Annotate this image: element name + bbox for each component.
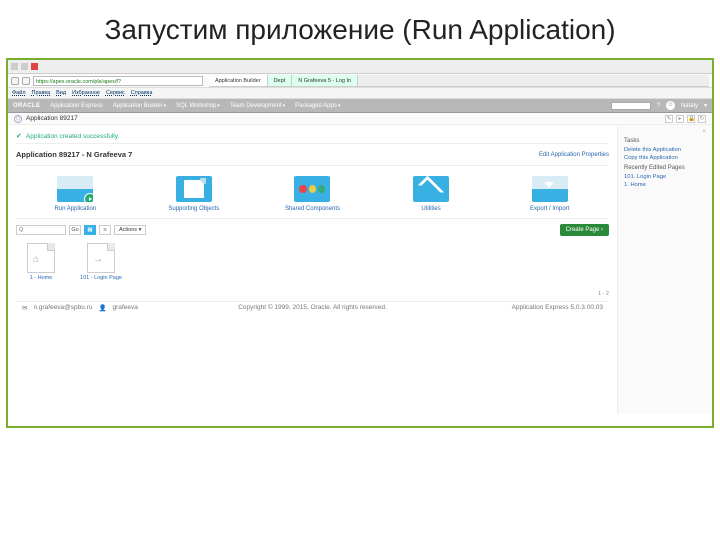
page-search-input[interactable] xyxy=(16,225,66,235)
browser-address-bar: https://apex.oracle.com/pls/apex/f?p=400… xyxy=(8,74,712,88)
firefox-menu-bar: Файл Правка Вид Избранное Сервис Справка xyxy=(8,88,712,99)
action-cards-row: Run Application Supporting Objects Share… xyxy=(16,166,609,219)
browser-tab-2[interactable]: N Grafeeva 5 - Log In xyxy=(292,75,358,86)
task-delete-app[interactable]: Delete this Application xyxy=(624,146,706,154)
window-titlebar xyxy=(8,60,712,74)
screenshot-frame: https://apex.oracle.com/pls/apex/f?p=400… xyxy=(6,58,714,428)
edit-page-button[interactable]: ✎ xyxy=(665,115,673,123)
page-label: 1 - Home xyxy=(16,275,66,281)
oracle-top-nav: ORACLE Application Express Application B… xyxy=(8,99,712,113)
recent-page-1[interactable]: 1. Home xyxy=(624,181,706,189)
go-button[interactable]: Go xyxy=(69,225,81,235)
login-icon: → xyxy=(93,254,103,265)
edit-application-properties-link[interactable]: Edit Application Properties xyxy=(539,152,609,158)
footer-email: n.grafeeva@spbu.ru xyxy=(33,304,92,311)
actions-menu[interactable]: Actions ▾ xyxy=(114,225,146,235)
window-max-button[interactable] xyxy=(21,63,28,70)
wrench-icon xyxy=(418,176,445,202)
forward-button[interactable] xyxy=(22,77,30,85)
home-icon: ⌂ xyxy=(33,254,39,265)
footer-copyright: Copyright © 1999, 2015, Oracle. All righ… xyxy=(238,304,387,311)
footer-email-icon: ✉ xyxy=(22,304,27,312)
sidebar-tasks-heading: Tasks xyxy=(624,138,706,144)
card-shared-components[interactable]: Shared Components xyxy=(282,176,342,212)
sidebar-close-icon[interactable]: × xyxy=(624,129,706,135)
card-label: Export / Import xyxy=(520,206,580,212)
page-card-home[interactable]: ⌂ 1 - Home xyxy=(16,243,66,281)
view-list-button[interactable]: ≡ xyxy=(99,225,111,235)
footer-version: Application Express 5.0.3.00.03 xyxy=(512,304,603,311)
menu-favorites[interactable]: Избранное xyxy=(72,90,100,96)
sidebar-recent-heading: Recently Edited Pages xyxy=(624,165,706,171)
card-utilities[interactable]: Utilities xyxy=(401,176,461,212)
card-label: Utilities xyxy=(401,206,461,212)
lock-icon[interactable]: 🔒 xyxy=(687,115,695,123)
play-icon xyxy=(84,193,93,202)
user-menu-chevron-icon[interactable]: ▾ xyxy=(704,102,707,109)
create-page-button[interactable]: Create Page › xyxy=(560,224,609,236)
card-label: Shared Components xyxy=(282,206,342,212)
card-label: Run Application xyxy=(45,206,105,212)
slide-title: Запустим приложение (Run Application) xyxy=(0,0,720,56)
task-copy-app[interactable]: Copy this Application xyxy=(624,154,706,162)
success-message: ✔ Application created successfully. xyxy=(16,129,609,144)
document-icon xyxy=(184,180,204,198)
success-text: Application created successfully. xyxy=(26,133,119,140)
user-name[interactable]: Nataly xyxy=(681,103,698,109)
pagination-text: 1 - 2 xyxy=(598,291,609,297)
run-page-button[interactable]: ▸ xyxy=(676,115,684,123)
oracle-logo: ORACLE xyxy=(13,103,40,109)
app-icon[interactable]: ⬡ xyxy=(14,115,22,123)
footer-bar: ✉ n.grafeeva@spbu.ru 👤 grafeeva Copyrigh… xyxy=(16,301,609,313)
nav-packaged-apps[interactable]: Packaged Apps▾ xyxy=(295,103,340,109)
card-export-import[interactable]: Export / Import xyxy=(520,176,580,212)
application-title: Application 89217 - N Grafeeva 7 xyxy=(16,150,132,159)
page-toolbar: Go ▦ ≡ Actions ▾ Create Page › xyxy=(16,219,609,241)
breadcrumb-text: Application 89217 xyxy=(26,115,78,122)
view-grid-button[interactable]: ▦ xyxy=(84,225,96,235)
global-search-input[interactable] xyxy=(611,102,651,110)
breadcrumb: ⬡ Application 89217 ✎ ▸ 🔒 ↻ xyxy=(8,113,712,125)
components-icon xyxy=(299,181,325,197)
card-label: Supporting Objects xyxy=(164,206,224,212)
card-run-application[interactable]: Run Application xyxy=(45,176,105,212)
sidebar: × Tasks Delete this Application Copy thi… xyxy=(617,125,712,414)
card-supporting-objects[interactable]: Supporting Objects xyxy=(164,176,224,212)
page-card-login[interactable]: → 101 - Login Page xyxy=(76,243,126,281)
user-avatar-icon[interactable]: ☺ xyxy=(666,101,675,110)
oracle-sublogo: Application Express xyxy=(50,103,103,109)
nav-sql-workshop[interactable]: SQL Workshop▾ xyxy=(176,103,220,109)
check-icon: ✔ xyxy=(16,132,22,140)
nav-team-dev[interactable]: Team Development▾ xyxy=(230,103,285,109)
footer-workspace: grafeeva xyxy=(113,304,138,311)
menu-view[interactable]: Вид xyxy=(56,90,66,96)
recent-page-101[interactable]: 101. Login Page xyxy=(624,173,706,181)
window-min-button[interactable] xyxy=(11,63,18,70)
help-icon[interactable]: ? xyxy=(657,103,660,109)
browser-tabs: Application Builder Dept N Grafeeva 5 - … xyxy=(209,75,709,87)
export-icon xyxy=(544,182,554,188)
menu-help[interactable]: Справка xyxy=(131,90,153,96)
nav-app-builder[interactable]: Application Builder▾ xyxy=(113,103,166,109)
page-label: 101 - Login Page xyxy=(76,275,126,281)
menu-edit[interactable]: Правка xyxy=(32,90,51,96)
browser-tab-1[interactable]: Dept xyxy=(268,75,293,86)
url-input[interactable]: https://apex.oracle.com/pls/apex/f?p=400… xyxy=(33,76,203,86)
menu-tools[interactable]: Сервис xyxy=(106,90,125,96)
menu-file[interactable]: Файл xyxy=(12,90,26,96)
main-content: ✔ Application created successfully. Appl… xyxy=(8,125,617,414)
refresh-button[interactable]: ↻ xyxy=(698,115,706,123)
page-list: ⌂ 1 - Home → 101 - Login Page xyxy=(16,241,609,289)
back-button[interactable] xyxy=(11,77,19,85)
browser-tab-0[interactable]: Application Builder xyxy=(209,75,268,86)
window-close-button[interactable] xyxy=(31,63,38,70)
footer-user-icon: 👤 xyxy=(98,304,106,312)
